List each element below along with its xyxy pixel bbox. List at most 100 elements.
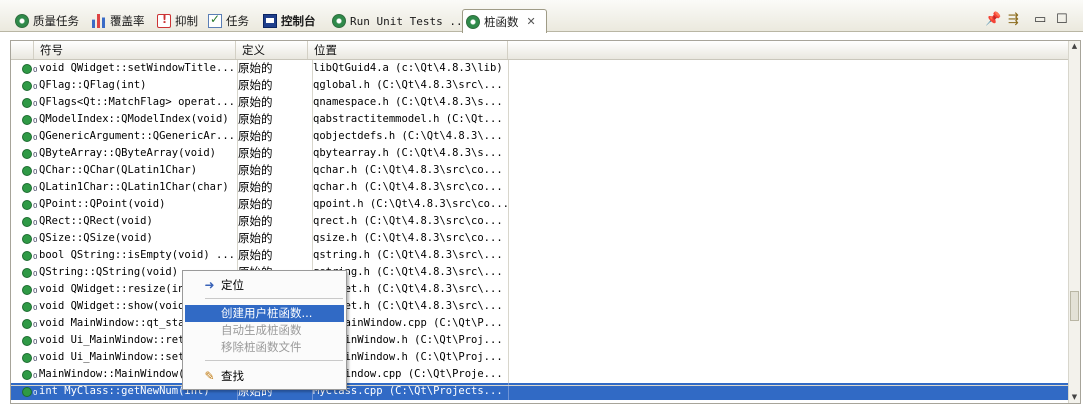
function-symbol-icon: [22, 285, 37, 295]
menu-item-create-user-stub[interactable]: 创建用户桩函数...: [185, 305, 344, 322]
vertical-scrollbar[interactable]: ▲ ▼: [1068, 41, 1080, 403]
function-symbol-icon: [22, 387, 37, 397]
column-divider: [312, 196, 313, 213]
tab-run-unit-tests[interactable]: Run Unit Tests ...: [329, 10, 469, 32]
definition-cell: 原始的: [238, 248, 273, 262]
function-symbol-icon: [22, 370, 37, 380]
coverage-chart-icon: [92, 14, 105, 28]
column-divider: [312, 145, 313, 162]
tab-suppress[interactable]: 抑制: [154, 10, 198, 32]
menu-item-auto-generate-stub: 自动生成桩函数: [185, 322, 344, 339]
column-divider: [237, 128, 238, 145]
function-symbol-icon: [22, 268, 37, 278]
table-row[interactable]: void Ui_MainWindow::retrui_mainWindow.h …: [11, 332, 1070, 349]
column-divider: [237, 196, 238, 213]
table-row[interactable]: QGenericArgument::QGenericAr...原始的 qobjec…: [11, 128, 1070, 145]
task-check-icon: [208, 12, 222, 28]
table-row[interactable]: QPoint::QPoint(void) 原始的 qpoint.h (C:\Qt\4…: [11, 196, 1070, 213]
table-row[interactable]: QString::QString(void)原始的qstring.h (C:\Q…: [11, 264, 1070, 281]
tab-label: 质量任务: [33, 14, 79, 28]
context-menu: ➜ 定位 创建用户桩函数... 自动生成桩函数 移除桩函数文件 ✎ 查找: [182, 270, 347, 390]
definition-cell: 原始的: [238, 146, 273, 160]
column-divider: [237, 230, 238, 247]
tab-tasks[interactable]: 任务: [205, 10, 249, 32]
column-divider: [508, 332, 509, 349]
symbol-cell: QPoint::QPoint(void): [39, 198, 166, 210]
tab-label: 抑制: [175, 14, 198, 28]
maximize-icon[interactable]: ☐: [1056, 12, 1068, 27]
close-icon[interactable]: ✕: [527, 15, 536, 28]
table-row[interactable]: QByteArray::QByteArray(void) 原始的 qbytearra…: [11, 145, 1070, 162]
symbol-cell: QFlag::QFlag(int): [39, 79, 147, 91]
menu-separator: [205, 298, 343, 299]
scroll-down-icon[interactable]: ▼: [1069, 392, 1080, 403]
menu-item-label: 自动生成桩函数: [221, 323, 302, 337]
function-symbol-icon: [22, 81, 37, 91]
symbol-cell: QModelIndex::QModelIndex(void): [39, 113, 229, 125]
column-divider: [508, 264, 509, 281]
stub-function-table: 符号 定义 位置 void QWidget::setWindowTitle...…: [10, 40, 1081, 404]
symbol-cell: QRect::QRect(void): [39, 215, 153, 227]
function-symbol-icon: [22, 132, 37, 142]
table-bottom-line: [11, 385, 1070, 386]
header-location[interactable]: 位置: [308, 41, 508, 59]
definition-cell: 原始的: [238, 129, 273, 143]
header-definition[interactable]: 定义: [236, 41, 308, 59]
definition-cell: 原始的: [238, 180, 273, 194]
scroll-up-icon[interactable]: ▲: [1069, 41, 1080, 52]
function-symbol-icon: [22, 149, 37, 159]
column-divider: [312, 162, 313, 179]
table-row[interactable]: bool QString::isEmpty(void) ...原始的 qstrin…: [11, 247, 1070, 264]
menu-item-label: 定位: [221, 278, 244, 292]
menu-item-find[interactable]: ✎ 查找: [185, 368, 344, 385]
tab-quality-tasks[interactable]: 质量任务: [12, 10, 79, 32]
table-row[interactable]: void QWidget::show(void)qwidget.h (C:\Qt…: [11, 298, 1070, 315]
column-divider: [312, 179, 313, 196]
column-divider: [508, 162, 509, 179]
symbol-cell: QChar::QChar(QLatin1Char): [39, 164, 198, 176]
function-symbol-icon: [22, 353, 37, 363]
header-symbol[interactable]: 符号: [34, 41, 236, 59]
tab-coverage[interactable]: 覆盖率: [89, 10, 145, 32]
column-divider: [508, 111, 509, 128]
table-row[interactable]: QFlags<Qt::MatchFlag> operat...原始的 qnames…: [11, 94, 1070, 111]
pin-icon[interactable]: 📌: [985, 12, 1001, 27]
tab-label: Run Unit Tests ...: [350, 14, 470, 28]
column-divider: [508, 315, 509, 332]
column-divider: [508, 349, 509, 366]
tab-label: 控制台: [281, 14, 316, 28]
definition-cell: 原始的: [238, 231, 273, 245]
quality-gear-icon: [15, 14, 29, 28]
stub-gear-icon: [466, 14, 480, 29]
minimize-icon[interactable]: ▭: [1034, 12, 1046, 27]
find-flashlight-icon: ✎: [204, 369, 215, 383]
table-row[interactable]: QFlag::QFlag(int) 原始的 qglobal.h (C:\Qt\4.8…: [11, 77, 1070, 94]
tab-label: 桩函数: [484, 14, 519, 29]
column-divider: [312, 111, 313, 128]
table-row[interactable]: MainWindow::MainWindow(QmainWindow.cpp (…: [11, 366, 1070, 383]
location-cell: qabstractitemmodel.h (C:\Qt...: [313, 113, 503, 125]
tab-stub-functions[interactable]: 桩函数 ✕: [462, 9, 547, 33]
table-row[interactable]: QModelIndex::QModelIndex(void) 原始的 qabstra…: [11, 111, 1070, 128]
function-symbol-icon: [22, 319, 37, 329]
scroll-thumb[interactable]: [1070, 291, 1079, 321]
tab-console[interactable]: 控制台: [260, 10, 316, 32]
column-divider: [237, 247, 238, 264]
view-menu-icon[interactable]: ⇶: [1008, 12, 1019, 27]
table-row[interactable]: void Ui_MainWindow::setuui_mainWindow.h …: [11, 349, 1070, 366]
table-row[interactable]: QSize::QSize(void) 原始的 qsize.h (C:\Qt\4.8.…: [11, 230, 1070, 247]
table-row[interactable]: QRect::QRect(void) 原始的 qrect.h (C:\Qt\4.8.…: [11, 213, 1070, 230]
table-row[interactable]: void MainWindow::qt_statmoc_mainWindow.c…: [11, 315, 1070, 332]
table-row[interactable]: QChar::QChar(QLatin1Char) 原始的 qchar.h (C:\…: [11, 162, 1070, 179]
function-symbol-icon: [22, 64, 37, 74]
table-row[interactable]: void QWidget::resize(intqwidget.h (C:\Qt…: [11, 281, 1070, 298]
table-row[interactable]: void QWidget::setWindowTitle...原始的 libQtG…: [11, 60, 1070, 77]
function-symbol-icon: [22, 302, 37, 312]
function-symbol-icon: [22, 166, 37, 176]
symbol-cell: void QWidget::setWindowTitle...: [39, 62, 235, 74]
column-divider: [237, 77, 238, 94]
table-row[interactable]: QLatin1Char::QLatin1Char(char) 原始的 qchar.h…: [11, 179, 1070, 196]
column-divider: [312, 94, 313, 111]
location-cell: qstring.h (C:\Qt\4.8.3\src\...: [313, 249, 503, 261]
menu-item-locate[interactable]: ➜ 定位: [185, 277, 344, 294]
